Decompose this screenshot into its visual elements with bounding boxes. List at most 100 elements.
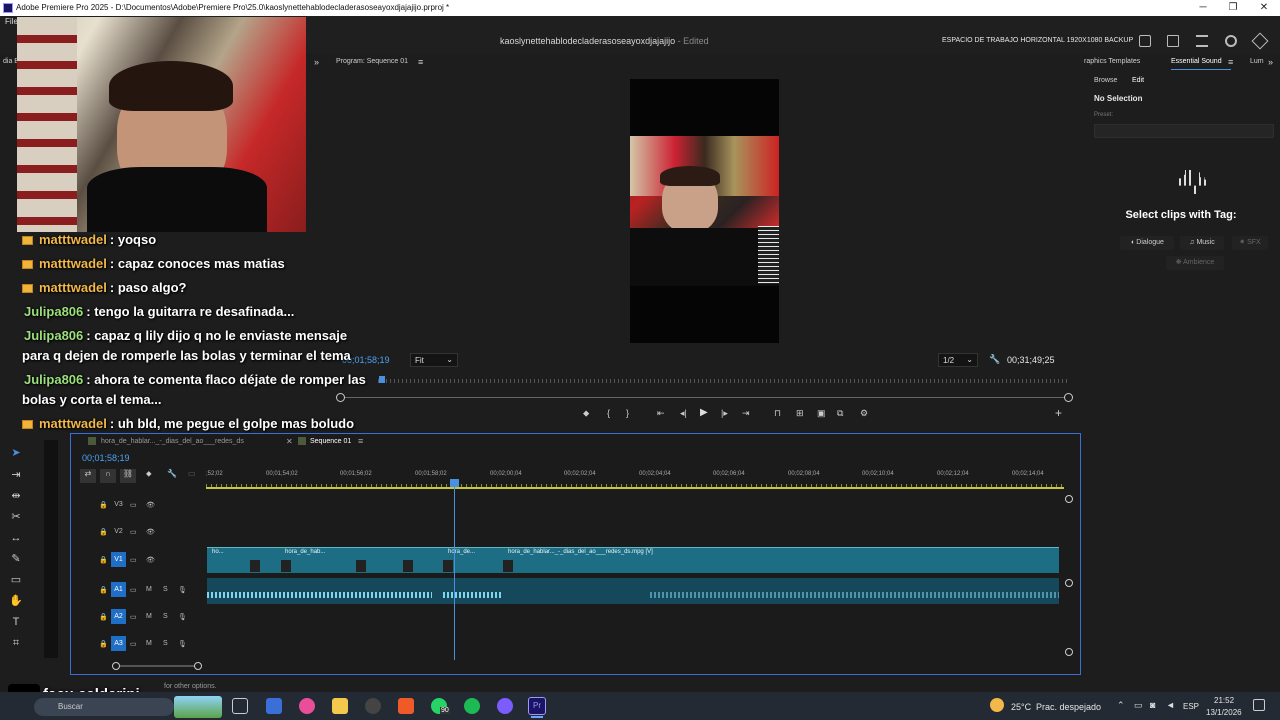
ripple-edit-tool-icon[interactable]: ⇹ <box>8 488 24 504</box>
eye-icon[interactable]: 👁 <box>146 556 155 564</box>
comparison-view-icon[interactable]: ⧉ <box>837 408 843 419</box>
minimize-button[interactable]: ─ <box>1196 1 1210 15</box>
rectangle-tool-icon[interactable]: ▭ <box>8 572 24 588</box>
app-record-icon[interactable] <box>365 698 381 714</box>
lock-icon[interactable]: 🔒 <box>99 640 108 648</box>
extract-icon[interactable]: ⊞ <box>796 408 804 419</box>
timeline-tab-sequence[interactable]: Sequence 01 <box>310 438 351 445</box>
menu-icon[interactable] <box>1196 35 1208 47</box>
track-label[interactable]: V3 <box>111 497 126 512</box>
mute-button[interactable]: M <box>146 586 152 593</box>
workspace-selector[interactable]: ESPACIO DE TRABAJO HORIZONTAL 1920X1080 … <box>942 37 1133 44</box>
mute-button[interactable]: M <box>146 613 152 620</box>
track-label[interactable]: V2 <box>111 524 126 539</box>
vscroll-handle[interactable] <box>1065 579 1073 587</box>
track-label[interactable]: V1 <box>111 552 126 567</box>
solo-button[interactable]: S <box>163 613 168 620</box>
vscroll-handle[interactable] <box>1065 648 1073 656</box>
add-marker-icon[interactable]: ⬥ <box>146 469 152 479</box>
volume-icon[interactable]: ◄ <box>1166 700 1175 710</box>
go-to-out-icon[interactable]: ⇥ <box>742 408 750 419</box>
razor-tool-icon[interactable]: ✂ <box>8 509 24 525</box>
app-pink-icon[interactable] <box>299 698 315 714</box>
panel-menu-icon[interactable]: ≡ <box>1228 57 1233 67</box>
eye-icon[interactable]: 👁 <box>146 528 155 536</box>
search-icon[interactable] <box>1225 35 1237 47</box>
track-label[interactable]: A1 <box>111 582 126 597</box>
captions-icon[interactable]: ▭ <box>188 469 196 478</box>
tab-graphics-templates[interactable]: raphics Templates <box>1084 58 1140 65</box>
share-icon[interactable] <box>1167 35 1179 47</box>
browse-tab[interactable]: Browse <box>1094 77 1117 84</box>
brave-icon[interactable] <box>398 698 414 714</box>
tab-lumetri[interactable]: Lum <box>1250 58 1264 65</box>
type-tool-icon[interactable]: T <box>8 614 24 630</box>
hand-tool-icon[interactable]: ✋ <box>8 593 24 609</box>
edit-tab[interactable]: Edit <box>1132 77 1144 84</box>
sync-lock-icon[interactable]: ▭ <box>130 556 137 564</box>
lift-icon[interactable]: ⊓ <box>774 408 781 419</box>
microsoft-store-icon[interactable] <box>266 698 282 714</box>
eye-icon[interactable]: 👁 <box>146 501 155 509</box>
weather-desc[interactable]: Prac. despejado <box>1036 702 1101 712</box>
close-button[interactable]: ✕ <box>1257 1 1271 15</box>
export-frame-icon[interactable]: ▣ <box>817 408 826 419</box>
program-mini-ruler[interactable] <box>378 379 1070 383</box>
work-area-bar[interactable] <box>206 487 1064 489</box>
file-explorer-icon[interactable] <box>332 698 348 714</box>
solo-button[interactable]: S <box>163 640 168 647</box>
step-back-icon[interactable]: ◂| <box>680 408 687 419</box>
zoom-handle-left[interactable] <box>336 393 345 402</box>
program-tab[interactable]: Program: Sequence 01 <box>336 58 408 65</box>
language-indicator[interactable]: ESP <box>1183 702 1199 711</box>
obs-icon[interactable] <box>497 698 513 714</box>
hscroll-handle-left[interactable] <box>112 662 120 670</box>
wrench-icon[interactable]: 🔧 <box>167 469 177 478</box>
play-icon[interactable]: ▶ <box>700 407 708 418</box>
weather-temp[interactable]: 25°C <box>1011 702 1031 712</box>
go-to-in-icon[interactable]: ⇤ <box>657 408 665 419</box>
timeline-tab-source[interactable]: hora_de_hablar..._-_dias_del_ao___redes_… <box>101 438 244 445</box>
mic-icon[interactable]: 🎙 <box>178 586 187 594</box>
chevron-right-icon[interactable]: » <box>1268 57 1273 67</box>
maximize-button[interactable]: ❐ <box>1226 1 1240 15</box>
lock-icon[interactable]: 🔒 <box>99 556 108 564</box>
network-icon[interactable]: ◙ <box>1150 700 1155 710</box>
add-marker-icon[interactable]: ⬥ <box>583 408 589 419</box>
chevron-right-icon[interactable]: » <box>314 57 319 67</box>
linked-selection-icon[interactable]: ⛓ <box>120 469 136 483</box>
fit-dropdown[interactable]: Fit ⌄ <box>410 353 458 367</box>
track-select-tool-icon[interactable]: ⇥ <box>8 467 24 483</box>
tag-ambience-button[interactable]: ❋ Ambience <box>1166 256 1224 270</box>
taskbar-search[interactable]: Buscar <box>34 698 174 716</box>
panel-icon[interactable] <box>1139 35 1151 47</box>
selection-tool-icon[interactable]: ➤ <box>8 445 24 461</box>
mic-icon[interactable]: 🎙 <box>178 613 187 621</box>
hscroll-handle-right[interactable] <box>194 662 202 670</box>
task-view-icon[interactable] <box>232 698 248 714</box>
lock-icon[interactable]: 🔒 <box>99 501 108 509</box>
clock-time[interactable]: 21:52 <box>1214 696 1234 705</box>
sync-lock-icon[interactable]: ▭ <box>130 640 137 648</box>
timeline-playhead[interactable] <box>454 480 455 660</box>
tag-music-button[interactable]: ♫ Music <box>1180 236 1224 250</box>
sync-lock-icon[interactable]: ▭ <box>130 586 137 594</box>
menu-file[interactable]: File <box>5 17 18 26</box>
zoom-handle-right[interactable] <box>1064 393 1073 402</box>
lock-icon[interactable]: 🔒 <box>99 586 108 594</box>
spotify-icon[interactable] <box>464 698 480 714</box>
panel-menu-icon[interactable]: ≡ <box>418 57 423 67</box>
sync-lock-icon[interactable]: ▭ <box>130 501 137 509</box>
clip-a1-main[interactable] <box>207 578 1059 604</box>
preset-dropdown[interactable] <box>1094 124 1274 138</box>
snap-icon[interactable]: ∩ <box>100 469 116 483</box>
tag-dialogue-button[interactable]: ◖ Dialogue <box>1120 236 1174 250</box>
add-button-icon[interactable]: + <box>1055 406 1062 420</box>
search-highlight-image[interactable] <box>174 696 222 718</box>
lock-icon[interactable]: 🔒 <box>99 528 108 536</box>
program-playhead[interactable] <box>379 376 385 383</box>
mic-icon[interactable]: 🎙 <box>178 640 187 648</box>
chevron-up-icon[interactable]: ⌃ <box>1117 700 1125 711</box>
mark-out-icon[interactable]: } <box>626 408 629 418</box>
tab-essential-sound[interactable]: Essential Sound <box>1171 58 1222 65</box>
